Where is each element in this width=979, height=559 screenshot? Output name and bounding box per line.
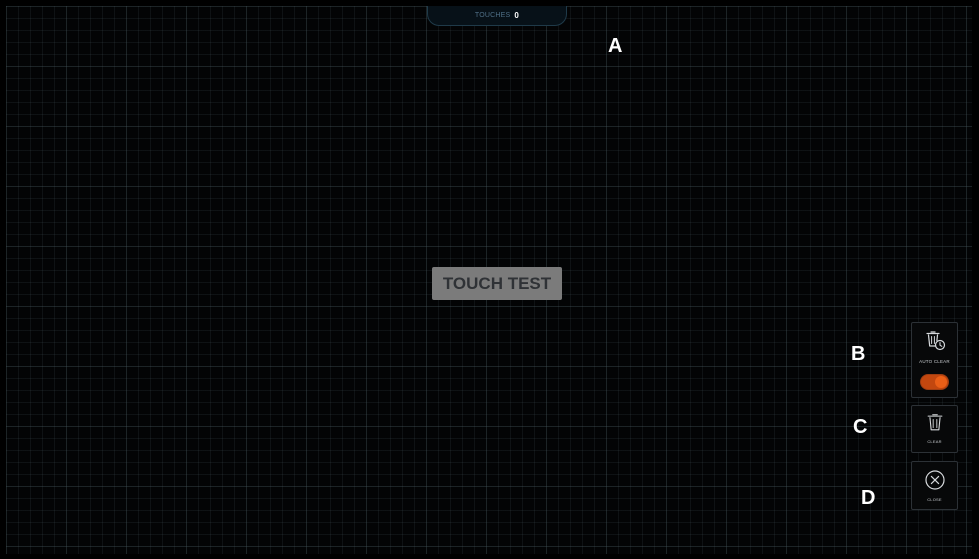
auto-clear-toggle[interactable] [920, 373, 949, 390]
close-button[interactable]: CLOSE [911, 461, 958, 510]
touches-counter: TOUCHES 0 [427, 6, 567, 26]
close-label: CLOSE [927, 497, 942, 502]
clear-button[interactable]: CLEAR [911, 405, 958, 453]
trash-icon [924, 412, 946, 434]
auto-clear-panel: AUTO CLEAR [911, 322, 958, 398]
close-circle-icon [923, 468, 947, 492]
touches-count: 0 [514, 11, 520, 20]
trash-clock-icon [923, 329, 947, 353]
touch-test-label: TOUCH TEST [432, 267, 562, 300]
marker-a: A [608, 35, 623, 57]
marker-b: B [851, 343, 866, 365]
marker-c: C [853, 416, 868, 438]
marker-d: D [861, 487, 876, 509]
toggle-knob [935, 375, 947, 388]
touches-label: TOUCHES [474, 12, 511, 19]
touch-test-text: TOUCH TEST [442, 273, 552, 293]
clear-label: CLEAR [927, 439, 942, 444]
auto-clear-label: AUTO CLEAR [919, 359, 950, 364]
